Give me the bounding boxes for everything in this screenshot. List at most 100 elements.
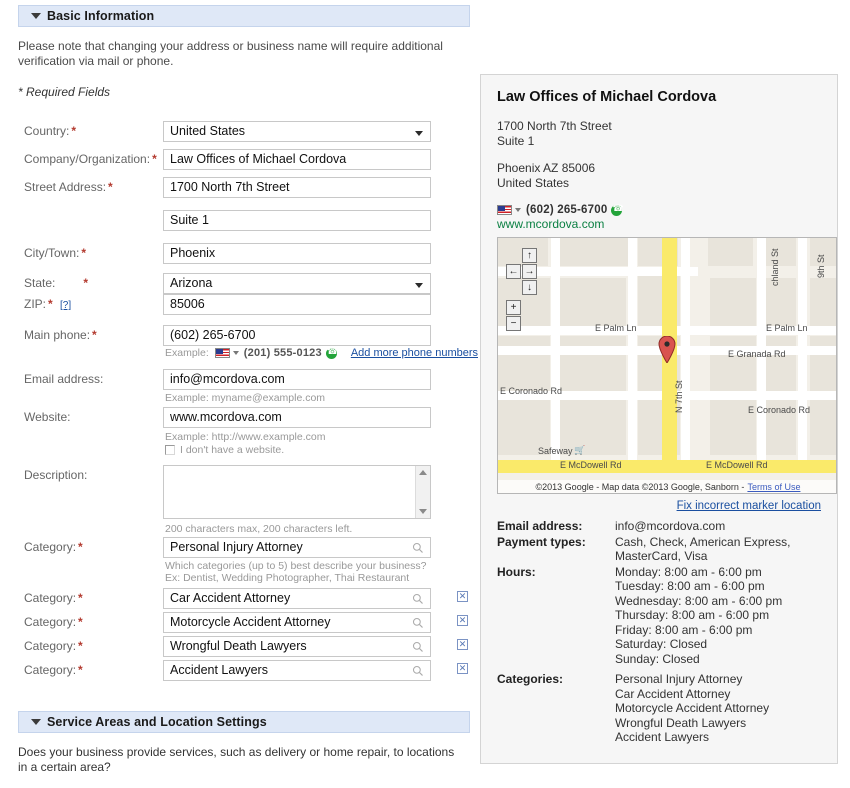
map-attribution: ©2013 Google - Map data ©2013 Google, Sa… <box>498 480 836 493</box>
chevron-down-icon[interactable] <box>31 13 41 19</box>
phone-icon <box>611 203 624 216</box>
search-icon[interactable] <box>412 542 424 554</box>
preview-phone-number: (602) 265-6700 <box>526 204 608 216</box>
preview-website-link[interactable]: www.mcordova.com <box>497 217 821 231</box>
remove-category-button-2[interactable]: ✕ <box>457 591 468 602</box>
search-icon[interactable] <box>412 665 424 677</box>
map-poi-label: Safeway <box>538 446 573 456</box>
row-description-counter: 200 characters max, 200 characters left. <box>0 523 478 537</box>
fix-incorrect-marker-location-link[interactable]: Fix incorrect marker location <box>677 500 821 512</box>
detail-row: Hours: Monday: 8:00 am - 6:00 pm Tuesday… <box>497 565 821 667</box>
phone-icon <box>325 346 338 359</box>
map-label: N 7th St <box>674 380 684 413</box>
map-label: E Granada Rd <box>728 349 786 359</box>
pan-up-button[interactable]: ↑ <box>522 248 537 263</box>
map-label: E McDowell Rd <box>706 460 768 470</box>
map-label: E Coronado Rd <box>500 386 563 396</box>
zoom-in-button[interactable]: + <box>506 300 521 315</box>
street-address-2-input[interactable]: Suite 1 <box>163 210 431 231</box>
row-email: Email address: info@mcordova.com <box>0 369 478 390</box>
detail-value: Personal Injury Attorney Car Accident At… <box>615 672 770 744</box>
label-company: Company/Organization: * <box>24 152 157 166</box>
email-input[interactable]: info@mcordova.com <box>163 369 431 390</box>
label-state: State: * <box>24 276 89 290</box>
row-category-2: Category: * Car Accident Attorney ✕ <box>0 588 478 612</box>
remove-category-button-5[interactable]: ✕ <box>457 663 468 674</box>
pan-right-button[interactable]: → <box>522 264 537 279</box>
chevron-down-icon[interactable] <box>515 208 521 212</box>
attribution-text: ©2013 Google - Map data ©2013 Google, Sa… <box>535 481 745 492</box>
section-header-basic-information[interactable]: Basic Information <box>18 5 470 27</box>
row-street-address-2: Suite 1 <box>0 210 478 243</box>
detail-key: Payment types: <box>497 534 586 549</box>
chevron-down-icon[interactable] <box>31 719 41 725</box>
search-icon[interactable] <box>412 617 424 629</box>
row-category-1: Category: * Personal Injury Attorney <box>0 537 478 559</box>
street-address-input[interactable]: 1700 North 7th Street <box>163 177 431 198</box>
label-email: Email address: <box>24 372 104 386</box>
company-input[interactable]: Law Offices of Michael Cordova <box>163 149 431 170</box>
category-input-5[interactable]: Accident Lawyers <box>163 660 431 681</box>
description-counter: 200 characters max, 200 characters left. <box>165 523 353 535</box>
section-header-service-areas[interactable]: Service Areas and Location Settings <box>18 711 470 733</box>
textarea-scrollbar[interactable] <box>415 466 430 518</box>
detail-value: Cash, Check, American Express, MasterCar… <box>615 534 791 564</box>
country-value: United States <box>170 124 246 138</box>
zoom-out-button[interactable]: − <box>506 316 521 331</box>
chevron-down-icon <box>415 283 423 288</box>
search-icon[interactable] <box>412 593 424 605</box>
email-hint: Example: myname@example.com <box>165 392 326 404</box>
no-website-label: I don't have a website. <box>180 444 285 456</box>
country-select[interactable]: United States <box>163 121 431 142</box>
label-main-phone: Main phone: * <box>24 328 97 342</box>
location-map[interactable]: E Palm Ln E Palm Ln E Granada Rd E Coron… <box>497 237 837 494</box>
row-category-5: Category: * Accident Lawyers ✕ <box>0 660 478 684</box>
label-category: Category: * <box>24 591 83 605</box>
search-icon[interactable] <box>412 641 424 653</box>
row-category-hint-2: Ex: Dentist, Wedding Photographer, Thai … <box>0 572 478 588</box>
category-input-2[interactable]: Car Accident Attorney <box>163 588 431 609</box>
phone-example-number: (201) 555-0123 <box>243 347 322 359</box>
highway-e-mcdowell-rd <box>498 460 836 473</box>
remove-category-button-3[interactable]: ✕ <box>457 615 468 626</box>
label-country: Country: * <box>24 124 77 138</box>
scroll-up-icon[interactable] <box>419 470 427 475</box>
no-website-checkbox-row[interactable]: I don't have a website. <box>165 444 284 456</box>
zip-help-link[interactable]: [?] <box>60 300 71 311</box>
description-textarea[interactable] <box>163 465 431 519</box>
remove-category-button-4[interactable]: ✕ <box>457 639 468 650</box>
state-value: Arizona <box>170 276 213 290</box>
row-country: Country: * United States <box>0 121 478 149</box>
chevron-down-icon[interactable] <box>232 351 239 355</box>
map-marker-icon[interactable] <box>658 336 676 363</box>
address-change-note: Please note that changing your address o… <box>18 39 443 68</box>
service-area-question: Does your business provide services, suc… <box>18 745 455 774</box>
label-category: Category: * <box>24 615 83 629</box>
category-input-4[interactable]: Wrongful Death Lawyers <box>163 636 431 657</box>
zip-input[interactable]: 85006 <box>163 294 431 315</box>
label-city: City/Town: * <box>24 246 87 260</box>
website-input[interactable]: www.mcordova.com <box>163 407 431 428</box>
preview-city-state-zip: Phoenix AZ 85006 <box>497 161 596 175</box>
category-input-3[interactable]: Motorcycle Accident Attorney <box>163 612 431 633</box>
category-value-4: Wrongful Death Lawyers <box>170 639 307 653</box>
terms-of-use-link[interactable]: Terms of Use <box>747 482 800 492</box>
phone-example: Example: (201) 555-0123 Add more phone n… <box>165 346 478 360</box>
add-more-phone-numbers-link[interactable]: Add more phone numbers <box>351 347 478 359</box>
scroll-down-icon[interactable] <box>419 509 427 514</box>
pan-down-button[interactable]: ↓ <box>522 280 537 295</box>
street-address-2-value: Suite 1 <box>170 213 209 227</box>
main-phone-input[interactable]: (602) 265-6700 <box>163 325 431 346</box>
preview-address-line-2: Suite 1 <box>497 134 535 148</box>
row-website: Website: www.mcordova.com <box>0 407 478 430</box>
us-flag-icon <box>497 205 512 215</box>
category-input-1[interactable]: Personal Injury Attorney <box>163 537 431 558</box>
state-select[interactable]: Arizona <box>163 273 431 294</box>
detail-row: Email address: info@mcordova.com <box>497 519 821 534</box>
section-title: Service Areas and Location Settings <box>47 715 267 729</box>
checkbox-icon[interactable] <box>165 445 175 455</box>
row-description: Description: <box>0 465 478 523</box>
map-label: 9th St <box>816 254 826 278</box>
pan-left-button[interactable]: ← <box>506 264 521 279</box>
city-input[interactable]: Phoenix <box>163 243 431 264</box>
